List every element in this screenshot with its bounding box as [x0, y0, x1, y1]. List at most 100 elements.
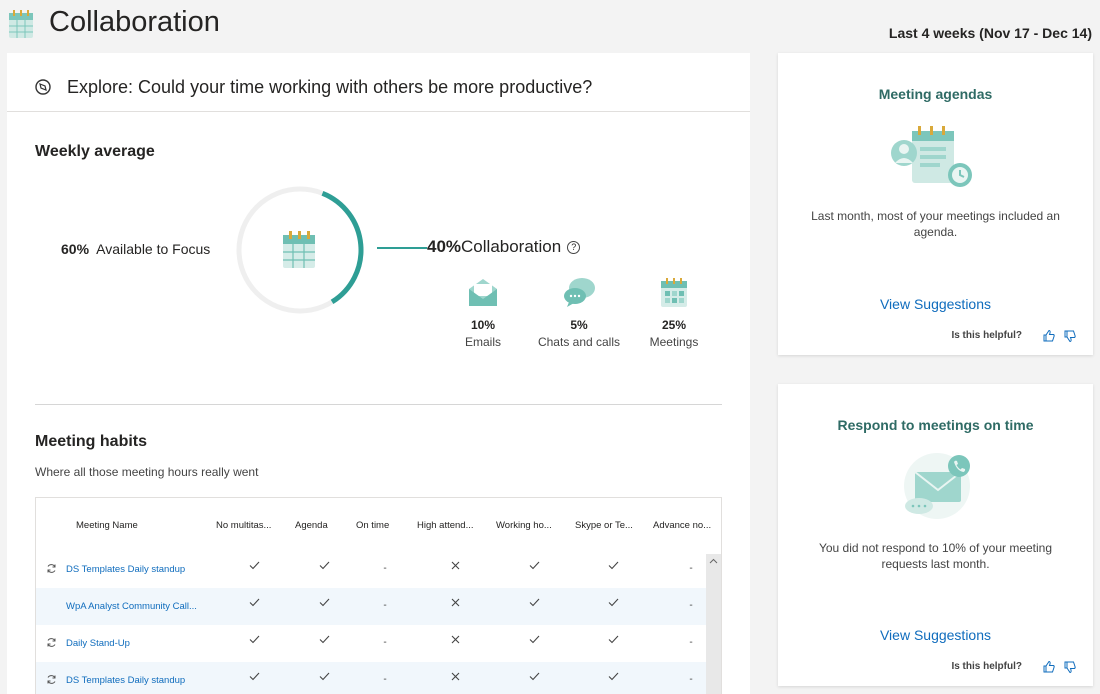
helpful-prompt: Is this helpful? — [951, 661, 1022, 672]
meeting-name-link[interactable]: DS Templates Daily standup — [66, 564, 202, 575]
explore-banner[interactable]: Explore: Could your time working with ot… — [7, 53, 750, 112]
cell-high-attendance — [445, 598, 465, 612]
thumbs-down-icon[interactable] — [1063, 329, 1077, 343]
page-title: Collaboration — [49, 6, 220, 38]
emails-label: Emails — [464, 335, 501, 349]
explore-text: Explore: Could your time working with ot… — [67, 77, 593, 97]
collaboration-label: 40%Collaboration? — [427, 237, 581, 257]
cell-skype-or-teams — [603, 672, 623, 686]
compass-icon — [35, 79, 51, 95]
cross-icon — [451, 598, 459, 607]
collaboration-connector — [377, 247, 427, 249]
meetings-percent: 25% — [661, 318, 687, 332]
cell-advance-notice: - — [689, 674, 693, 685]
cell-skype-or-teams — [603, 598, 623, 612]
column-header-meeting-name[interactable]: Meeting Name — [76, 520, 196, 531]
column-header-agenda[interactable]: Agenda — [295, 520, 355, 531]
table-row[interactable]: WpA Analyst Community Call... - - — [36, 588, 706, 625]
chats-percent: 5% — [570, 318, 588, 332]
check-icon — [319, 672, 329, 681]
focus-label: 60% Available to Focus — [61, 241, 210, 257]
check-icon — [529, 672, 539, 681]
column-header-on-time[interactable]: On time — [356, 520, 416, 531]
calendar-icon — [661, 278, 687, 307]
help-icon[interactable]: ? — [567, 241, 581, 254]
cell-on-time: - — [383, 637, 387, 648]
column-header-no-multitasking[interactable]: No multitas... — [216, 520, 282, 531]
main-panel: Explore: Could your time working with ot… — [7, 53, 750, 694]
chevron-up-icon[interactable] — [709, 558, 718, 564]
check-icon — [249, 561, 259, 570]
check-icon — [319, 561, 329, 570]
chats-label: Chats and calls — [537, 335, 621, 349]
cell-agenda — [314, 561, 334, 575]
column-header-high-attendance[interactable]: High attend... — [417, 520, 483, 531]
emails-percent: 10% — [470, 318, 496, 332]
check-icon — [608, 635, 618, 644]
cell-no-multitasking — [244, 672, 264, 686]
cell-working-hours — [524, 561, 544, 575]
meetings-stat: 25% Meetings — [624, 275, 724, 349]
check-icon — [608, 672, 618, 681]
meeting-agendas-card: Meeting agendas Last month, most of your… — [778, 53, 1093, 355]
view-suggestions-link[interactable]: View Suggestions — [778, 627, 1093, 643]
check-icon — [319, 635, 329, 644]
cell-on-time: - — [383, 563, 387, 574]
cell-working-hours — [524, 635, 544, 649]
cell-high-attendance — [445, 672, 465, 686]
cell-skype-or-teams — [603, 635, 623, 649]
card-description: Last month, most of your meetings includ… — [811, 209, 1060, 239]
chat-bubbles-icon — [564, 278, 595, 307]
emails-stat: 10% Emails — [433, 275, 533, 349]
check-icon — [608, 598, 618, 607]
cell-on-time: - — [383, 674, 387, 685]
meeting-habits-table: Meeting Name No multitas... Agenda On ti… — [35, 497, 722, 694]
view-suggestions-link[interactable]: View Suggestions — [778, 296, 1093, 312]
thumbs-up-icon[interactable] — [1042, 660, 1056, 674]
focus-text: Available to Focus — [96, 241, 211, 257]
agenda-illustration-icon — [891, 126, 972, 187]
cell-working-hours — [524, 598, 544, 612]
cell-advance-notice: - — [689, 637, 693, 648]
table-row[interactable]: Daily Stand-Up - - — [36, 625, 706, 662]
date-range: Last 4 weeks (Nov 17 - Dec 14) — [888, 25, 1092, 41]
calendar-icon — [283, 231, 315, 268]
cell-advance-notice: - — [689, 563, 693, 574]
helpful-prompt: Is this helpful? — [951, 330, 1022, 341]
column-header-working-hours[interactable]: Working ho... — [496, 520, 562, 531]
meeting-habits-subtitle: Where all those meeting hours really wen… — [35, 465, 259, 479]
check-icon — [249, 635, 259, 644]
cell-no-multitasking — [244, 561, 264, 575]
collaboration-arc — [321, 190, 364, 305]
envelope-icon — [469, 279, 497, 306]
meeting-habits-title: Meeting habits — [35, 433, 148, 450]
table-scrollbar[interactable] — [706, 554, 721, 694]
table-row[interactable]: DS Templates Daily standup - - — [36, 551, 706, 588]
meeting-name-link[interactable]: WpA Analyst Community Call... — [66, 601, 202, 612]
cell-advance-notice: - — [689, 600, 693, 611]
cell-agenda — [314, 672, 334, 686]
section-divider — [35, 404, 722, 405]
cross-icon — [451, 672, 459, 681]
meeting-name-link[interactable]: DS Templates Daily standup — [66, 675, 202, 686]
table-row[interactable]: DS Templates Daily standup - - — [36, 662, 706, 694]
weekly-average-title: Weekly average — [35, 143, 155, 160]
cell-agenda — [314, 598, 334, 612]
collaboration-text: Collaboration — [461, 237, 562, 256]
meeting-name-link[interactable]: Daily Stand-Up — [66, 638, 202, 649]
column-header-skype-or-teams[interactable]: Skype or Te... — [575, 520, 641, 531]
check-icon — [249, 672, 259, 681]
cell-skype-or-teams — [603, 561, 623, 575]
check-icon — [249, 598, 259, 607]
card-title: Respond to meetings on time — [837, 417, 1034, 433]
column-header-advance-notice[interactable]: Advance no... — [653, 520, 719, 531]
thumbs-up-icon[interactable] — [1042, 329, 1056, 343]
recurring-icon — [47, 564, 56, 573]
collaboration-percent: 40% — [427, 237, 462, 256]
cell-on-time: - — [383, 600, 387, 611]
thumbs-down-icon[interactable] — [1063, 660, 1077, 674]
cell-no-multitasking — [244, 598, 264, 612]
respond-to-meetings-card: Respond to meetings on time You did not … — [778, 384, 1093, 686]
calendar-icon — [9, 10, 33, 38]
chats-stat: 5% Chats and calls — [529, 275, 629, 349]
